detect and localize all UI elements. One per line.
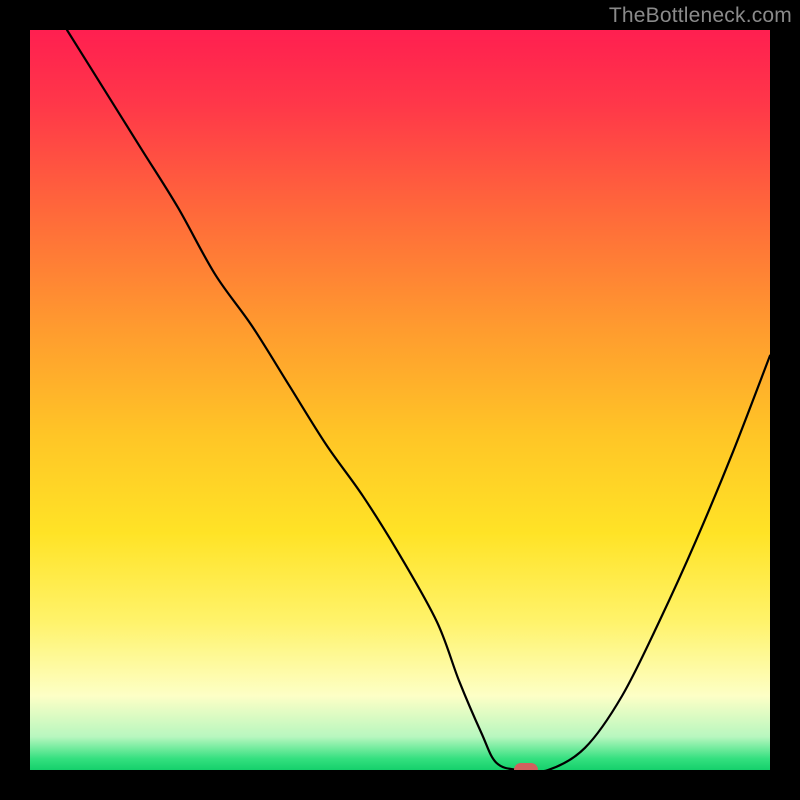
- bottleneck-curve: [30, 30, 770, 770]
- optimal-marker: [514, 763, 538, 770]
- curve-path: [67, 30, 770, 770]
- watermark-text: TheBottleneck.com: [609, 4, 792, 28]
- chart-frame: TheBottleneck.com: [0, 0, 800, 800]
- plot-area: [30, 30, 770, 770]
